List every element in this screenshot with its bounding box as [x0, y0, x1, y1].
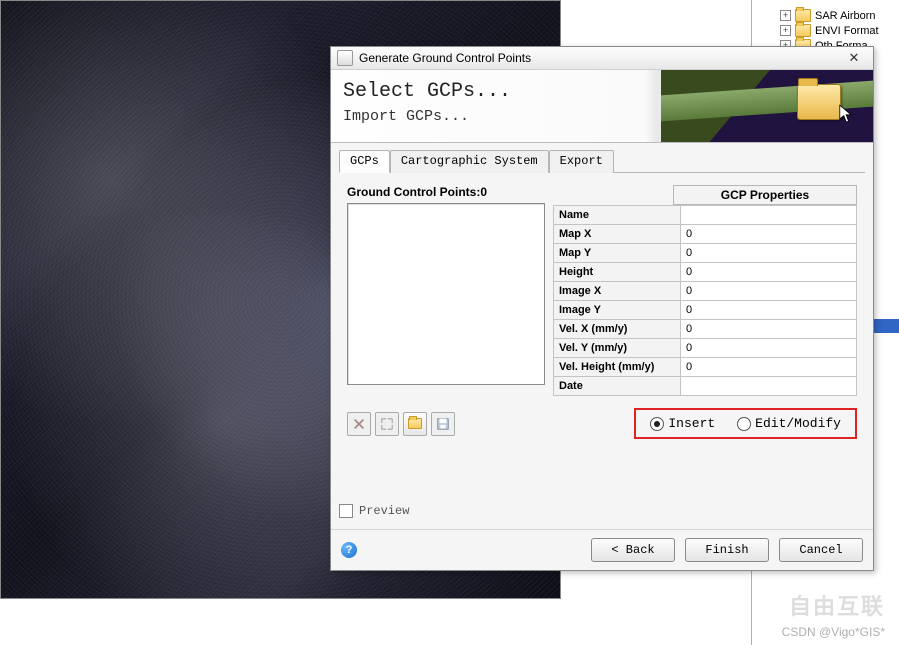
watermark: 自由互联 — [789, 589, 885, 621]
close-button[interactable]: ✕ — [839, 49, 869, 67]
radio-icon — [650, 417, 664, 431]
cancel-button[interactable]: Cancel — [779, 538, 863, 562]
property-row: Map Y0 — [554, 244, 857, 263]
banner-subheading: Import GCPs... — [343, 108, 469, 125]
gcp-properties-table: NameMap X0Map Y0Height0Image X0Image Y0V… — [553, 205, 857, 396]
banner-image — [661, 70, 873, 142]
dialog-titlebar[interactable]: Generate Ground Control Points ✕ — [331, 47, 873, 70]
property-key: Image Y — [554, 301, 681, 320]
property-row: Map X0 — [554, 225, 857, 244]
property-key: Vel. Y (mm/y) — [554, 339, 681, 358]
property-value[interactable]: 0 — [681, 244, 857, 263]
property-row: Vel. X (mm/y)0 — [554, 320, 857, 339]
property-value[interactable]: 0 — [681, 263, 857, 282]
help-icon[interactable]: ? — [341, 542, 357, 558]
x-icon — [352, 417, 366, 431]
property-row: Vel. Y (mm/y)0 — [554, 339, 857, 358]
property-row: Height0 — [554, 263, 857, 282]
watermark: CSDN @Vigo*GIS* — [782, 625, 885, 639]
property-value[interactable] — [681, 206, 857, 225]
property-value[interactable]: 0 — [681, 301, 857, 320]
preview-checkbox-row[interactable]: Preview — [339, 504, 409, 518]
finish-button[interactable]: Finish — [685, 538, 769, 562]
folder-icon — [795, 24, 811, 37]
dialog-tabs: GCPs Cartographic System Export — [331, 143, 873, 172]
property-row: Name — [554, 206, 857, 225]
property-row: Image Y0 — [554, 301, 857, 320]
property-key: Name — [554, 206, 681, 225]
property-row: Vel. Height (mm/y)0 — [554, 358, 857, 377]
folder-icon — [795, 9, 811, 22]
property-value[interactable]: 0 — [681, 282, 857, 301]
radio-insert[interactable]: Insert — [650, 416, 715, 431]
gcp-count-label: Ground Control Points:0 — [347, 185, 545, 203]
property-value[interactable] — [681, 377, 857, 396]
property-key: Vel. Height (mm/y) — [554, 358, 681, 377]
property-value[interactable]: 0 — [681, 339, 857, 358]
property-key: Vel. X (mm/y) — [554, 320, 681, 339]
tab-cartographic[interactable]: Cartographic System — [390, 150, 549, 173]
tree-item[interactable]: + SAR Airborn — [752, 8, 899, 23]
property-value[interactable]: 0 — [681, 320, 857, 339]
folder-icon — [408, 418, 422, 429]
save-gcp-file-button[interactable] — [431, 412, 455, 436]
tree-expand-icon[interactable]: + — [780, 25, 791, 36]
gcp-dialog: Generate Ground Control Points ✕ Select … — [330, 46, 874, 571]
tree-item[interactable]: + ENVI Format — [752, 23, 899, 38]
property-key: Date — [554, 377, 681, 396]
tree-expand-icon[interactable]: + — [780, 10, 791, 21]
property-key: Map X — [554, 225, 681, 244]
dialog-banner: Select GCPs... Import GCPs... — [331, 70, 873, 143]
radio-edit-modify[interactable]: Edit/Modify — [737, 416, 841, 431]
open-folder-icon — [797, 84, 841, 120]
property-key: Map Y — [554, 244, 681, 263]
back-button[interactable]: < Back — [591, 538, 675, 562]
gcp-properties-header: GCP Properties — [673, 185, 857, 205]
tab-gcps[interactable]: GCPs — [339, 150, 390, 173]
property-key: Height — [554, 263, 681, 282]
dialog-title: Generate Ground Control Points — [359, 51, 531, 65]
property-value[interactable]: 0 — [681, 358, 857, 377]
app-icon — [337, 50, 353, 66]
checkbox-icon[interactable] — [339, 504, 353, 518]
property-row: Image X0 — [554, 282, 857, 301]
open-gcp-file-button[interactable] — [403, 412, 427, 436]
property-row: Date — [554, 377, 857, 396]
property-value[interactable]: 0 — [681, 225, 857, 244]
tree-label: SAR Airborn — [815, 10, 876, 22]
gcp-mode-selector: Insert Edit/Modify — [634, 408, 857, 439]
dialog-footer: ? < Back Finish Cancel — [331, 529, 873, 570]
radio-icon — [737, 417, 751, 431]
tab-export[interactable]: Export — [549, 150, 614, 173]
cursor-icon — [839, 104, 855, 124]
tree-label: ENVI Format — [815, 25, 879, 37]
property-key: Image X — [554, 282, 681, 301]
preview-label: Preview — [359, 504, 409, 518]
delete-gcp-button[interactable] — [347, 412, 371, 436]
save-icon — [436, 417, 450, 431]
gcp-listbox[interactable] — [347, 203, 545, 385]
expand-icon — [380, 417, 394, 431]
tab-content: Ground Control Points:0 GCP Properties N… — [339, 172, 865, 443]
expand-gcp-button[interactable] — [375, 412, 399, 436]
banner-heading: Select GCPs... — [343, 80, 511, 103]
